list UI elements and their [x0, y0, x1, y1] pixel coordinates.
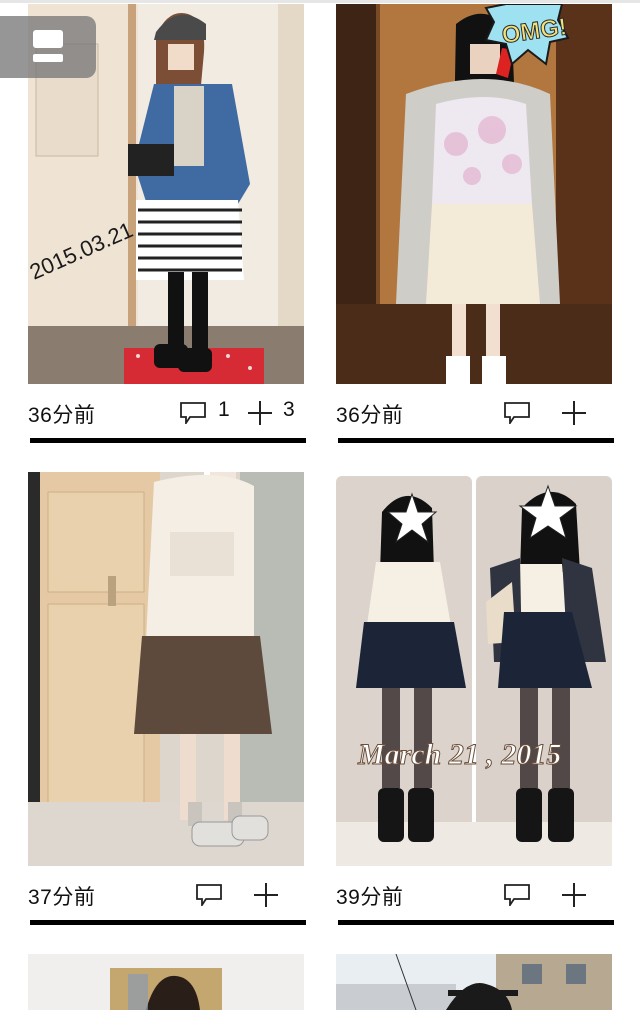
card-underline	[338, 920, 614, 925]
card-underline	[338, 438, 614, 443]
post-photo-2[interactable]: OMG!	[336, 4, 612, 384]
post-meta-4: 39分前	[336, 874, 612, 914]
plus-icon[interactable]	[248, 401, 272, 425]
plus-icon[interactable]	[562, 883, 586, 907]
menu-button[interactable]	[0, 16, 96, 78]
post-meta-1: 36分前 1 3	[28, 392, 304, 432]
post-meta-3: 37分前	[28, 874, 304, 914]
comment-icon[interactable]	[180, 402, 206, 426]
card-underline	[30, 920, 306, 925]
plus-icon[interactable]	[254, 883, 278, 907]
post-meta-2: 36分前	[336, 392, 612, 432]
post-photo-4[interactable]: March 21 , 2015	[336, 472, 612, 866]
post-time: 39分前	[336, 886, 404, 909]
comment-count: 1	[218, 398, 230, 421]
post-time: 36分前	[336, 404, 404, 427]
post-time: 36分前	[28, 404, 96, 427]
comment-icon[interactable]	[196, 884, 222, 908]
post-photo-6[interactable]	[336, 954, 612, 1010]
top-divider	[0, 0, 640, 3]
comment-icon[interactable]	[504, 402, 530, 426]
card-underline	[30, 438, 306, 443]
post-photo-3[interactable]	[28, 472, 304, 866]
plus-icon[interactable]	[562, 401, 586, 425]
date-stamp: March 21 , 2015	[357, 738, 561, 771]
menu-icon	[33, 30, 63, 62]
post-photo-5[interactable]	[28, 954, 304, 1010]
like-count: 3	[283, 398, 295, 421]
comment-icon[interactable]	[504, 884, 530, 908]
post-time: 37分前	[28, 886, 96, 909]
